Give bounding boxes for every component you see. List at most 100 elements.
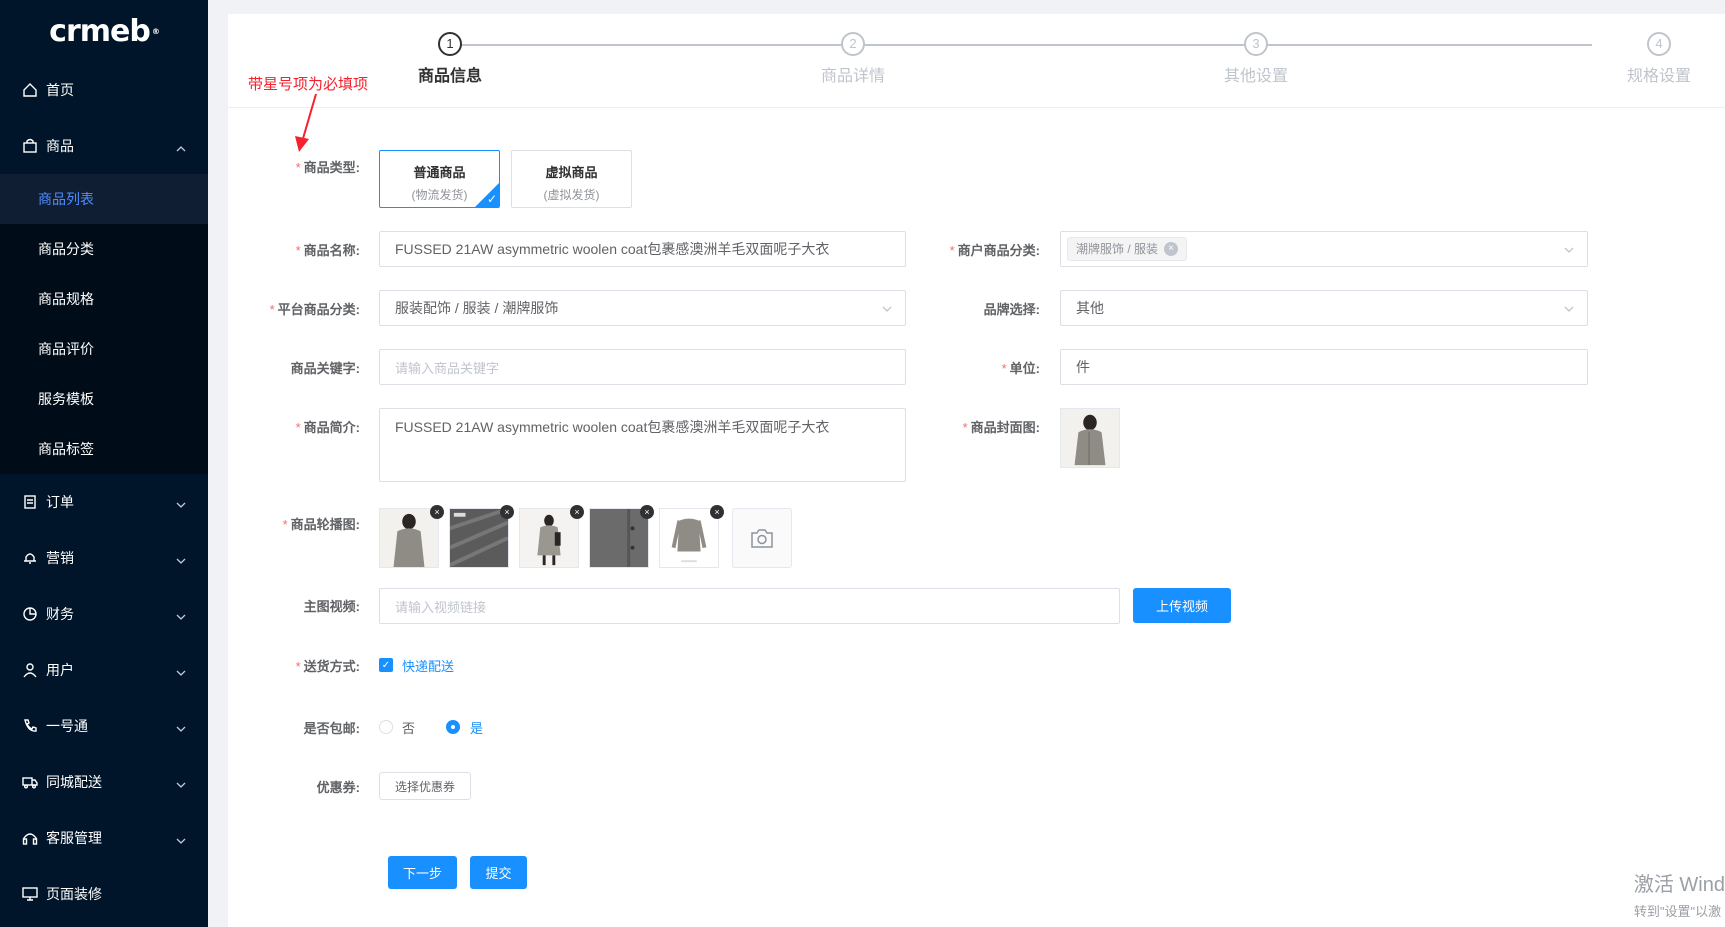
- select-value: 其他: [1076, 300, 1104, 316]
- steps-line: [458, 44, 1592, 46]
- carousel-image-1[interactable]: ×: [379, 505, 444, 568]
- chevron-up-icon: [176, 141, 186, 152]
- chevron-down-icon: [176, 665, 186, 676]
- nav-finance[interactable]: 财务: [0, 586, 208, 642]
- sidebar-item-product-spec[interactable]: 商品规格: [0, 274, 208, 324]
- carousel-image-5[interactable]: ×: [659, 505, 724, 568]
- product-type-label: * 商品类型:: [295, 160, 360, 175]
- platform-category-select[interactable]: 服装配饰 / 服装 / 潮牌服饰: [379, 290, 906, 326]
- sidebar-item-product-tags[interactable]: 商品标签: [0, 424, 208, 474]
- type-card-physical[interactable]: 普通商品 (物流发货) ✓: [379, 150, 500, 208]
- home-icon: [22, 82, 38, 98]
- cover-label: * 商品封面图:: [962, 420, 1040, 435]
- nav-home[interactable]: 首页: [0, 62, 208, 118]
- phone-icon: [22, 718, 38, 734]
- chevron-down-icon: [176, 609, 186, 620]
- order-document-icon: [22, 494, 38, 510]
- step-4[interactable]: 4 规格设置: [1609, 32, 1709, 86]
- remove-image-icon[interactable]: ×: [570, 505, 584, 519]
- free-shipping-radio-no[interactable]: [379, 720, 393, 734]
- nav-label: 客服管理: [46, 830, 102, 846]
- nav-products[interactable]: 商品: [0, 118, 208, 174]
- required-hint-annotation: 带星号项为必填项: [248, 76, 369, 93]
- step-3[interactable]: 3 其他设置: [1206, 32, 1306, 86]
- type-card-sub: (虚拟发货): [543, 188, 600, 202]
- remove-image-icon[interactable]: ×: [500, 505, 514, 519]
- carousel-image-3[interactable]: ×: [519, 505, 584, 568]
- carousel-image-2[interactable]: ×: [449, 505, 514, 568]
- express-delivery-option[interactable]: 快递配送: [402, 656, 454, 675]
- express-delivery-checkbox[interactable]: ✓: [379, 658, 393, 672]
- sidebar: crmeb ® 首页 商品 商品列表 商品分类 商品规格 商品评价 服务模板 商品…: [0, 0, 208, 927]
- submit-button[interactable]: 提交: [470, 856, 527, 889]
- next-step-button[interactable]: 下一步: [388, 856, 457, 889]
- step-number: 4: [1647, 32, 1671, 56]
- logo-text: crmeb: [49, 13, 151, 49]
- sidebar-item-service-template[interactable]: 服务模板: [0, 374, 208, 424]
- free-shipping-option-yes[interactable]: 是: [470, 718, 483, 737]
- free-shipping-option-no[interactable]: 否: [402, 718, 415, 737]
- step-2[interactable]: 2 商品详情: [803, 32, 903, 86]
- textarea-value: FUSSED 21AW asymmetric woolen coat包裹感澳洲羊…: [395, 419, 830, 435]
- shopping-bag-icon: [22, 138, 38, 154]
- chevron-down-icon: [176, 497, 186, 508]
- headset-icon: [22, 830, 38, 846]
- brand-select[interactable]: 其他: [1060, 290, 1588, 326]
- type-card-virtual[interactable]: 虚拟商品 (虚拟发货): [511, 150, 632, 208]
- video-url-input[interactable]: 请输入视频链接: [379, 588, 1120, 624]
- nav-marketing[interactable]: 营销: [0, 530, 208, 586]
- nav-label: 商品: [46, 138, 74, 154]
- product-name-label: * 商品名称:: [295, 243, 360, 258]
- nav-page-decoration[interactable]: 页面装修: [0, 866, 208, 922]
- sidebar-item-product-category[interactable]: 商品分类: [0, 224, 208, 274]
- merchant-category-label: * 商户商品分类:: [949, 243, 1040, 258]
- user-icon: [22, 662, 38, 678]
- remove-image-icon[interactable]: ×: [710, 505, 724, 519]
- product-name-input[interactable]: FUSSED 21AW asymmetric woolen coat包裹感澳洲羊…: [379, 231, 906, 267]
- cover-image[interactable]: [1060, 408, 1120, 468]
- type-card-title: 虚拟商品: [545, 165, 598, 180]
- intro-textarea[interactable]: FUSSED 21AW asymmetric woolen coat包裹感澳洲羊…: [379, 408, 906, 482]
- logo[interactable]: crmeb ®: [0, 0, 208, 62]
- step-1[interactable]: 1 商品信息: [400, 32, 500, 86]
- nav-label: 首页: [46, 82, 74, 98]
- merchant-category-select[interactable]: 潮牌服饰 / 服装 ×: [1060, 231, 1588, 267]
- unit-input[interactable]: 件: [1060, 349, 1588, 385]
- input-placeholder: 请输入视频链接: [395, 599, 487, 615]
- unit-label: * 单位:: [1001, 361, 1040, 376]
- nav-label: 用户: [46, 662, 74, 678]
- camera-icon: [751, 529, 773, 548]
- step-number: 2: [841, 32, 865, 56]
- logo-mark: ®: [151, 26, 160, 36]
- select-coupon-button[interactable]: 选择优惠券: [379, 772, 471, 800]
- remove-image-icon[interactable]: ×: [430, 505, 444, 519]
- nav-users[interactable]: 用户: [0, 642, 208, 698]
- nav-orders[interactable]: 订单: [0, 474, 208, 530]
- bell-icon: [22, 550, 38, 566]
- carousel-image-4[interactable]: ×: [589, 505, 654, 568]
- category-tag: 潮牌服饰 / 服装 ×: [1067, 237, 1188, 261]
- step-title: 商品详情: [820, 68, 885, 85]
- upload-video-button[interactable]: 上传视频: [1133, 588, 1231, 623]
- keywords-input[interactable]: 请输入商品关键字: [379, 349, 906, 385]
- intro-label: * 商品简介:: [295, 420, 360, 435]
- sidebar-item-product-review[interactable]: 商品评价: [0, 324, 208, 374]
- nav-customer-service[interactable]: 客服管理: [0, 810, 208, 866]
- chevron-down-icon: [176, 777, 186, 788]
- nav-label: 营销: [46, 550, 74, 566]
- upload-image-button[interactable]: [732, 508, 792, 568]
- free-shipping-radio-yes[interactable]: [446, 720, 460, 734]
- video-label: 主图视频:: [303, 599, 360, 614]
- type-card-title: 普通商品: [413, 165, 466, 180]
- remove-image-icon[interactable]: ×: [640, 505, 654, 519]
- nav-local-delivery[interactable]: 同城配送: [0, 754, 208, 810]
- sidebar-item-product-list[interactable]: 商品列表: [0, 174, 208, 224]
- check-icon: ✓: [486, 192, 497, 206]
- nav-label: 订单: [46, 494, 74, 510]
- tag-close-icon[interactable]: ×: [1164, 242, 1179, 256]
- step-number: 3: [1244, 32, 1268, 56]
- nav-yihaotong[interactable]: 一号通: [0, 698, 208, 754]
- input-value: FUSSED 21AW asymmetric woolen coat包裹感澳洲羊…: [395, 241, 830, 257]
- input-value: 件: [1076, 359, 1090, 375]
- chevron-down-icon: [1563, 243, 1575, 255]
